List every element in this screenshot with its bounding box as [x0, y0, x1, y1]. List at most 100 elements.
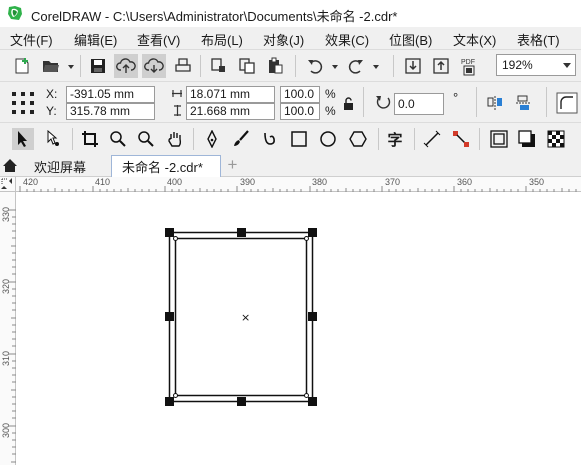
selection-handle — [165, 228, 174, 237]
ellipse-tool-button[interactable] — [317, 128, 339, 150]
open-button[interactable] — [40, 55, 62, 77]
diagonal-line-icon — [423, 130, 441, 148]
shape-tool-button[interactable] — [42, 128, 64, 150]
add-tab-button[interactable]: + — [224, 156, 241, 174]
menu-object[interactable]: 对象(J) — [263, 30, 304, 49]
zoom-magnifier-icon — [110, 131, 126, 147]
dimension-tool-button[interactable] — [421, 128, 443, 150]
corner-node[interactable] — [173, 393, 178, 398]
pen-nib-icon — [207, 130, 217, 148]
save-button[interactable] — [87, 55, 109, 77]
copy-button[interactable] — [236, 55, 258, 77]
rotation-angle-input[interactable]: 0.0 — [394, 93, 444, 115]
pointer-arrow-icon — [18, 131, 27, 147]
separator — [476, 87, 477, 117]
zoom-out-button[interactable] — [135, 128, 157, 150]
print-button[interactable] — [172, 55, 194, 77]
separator — [72, 128, 73, 150]
ruler-label: 420 — [23, 177, 39, 187]
menu-effects[interactable]: 效果(C) — [325, 30, 369, 49]
width-input[interactable]: 18.071 mm — [186, 86, 275, 103]
width-icon — [172, 90, 182, 97]
horizontal-ruler[interactable]: 420 410 400 390 380 370 360 350 — [16, 177, 581, 192]
menu-bitmaps[interactable]: 位图(B) — [389, 30, 432, 49]
undo-dropdown-icon[interactable] — [332, 65, 338, 69]
mirror-vertical-button[interactable] — [512, 92, 534, 114]
selection-handle — [308, 228, 317, 237]
canvas-drawing-layer: × — [165, 228, 317, 406]
degree-label: ° — [453, 90, 459, 105]
menu-layout[interactable]: 布局(L) — [201, 30, 243, 49]
separator — [479, 128, 480, 150]
x-label: X: — [46, 87, 58, 101]
height-input[interactable]: 21.668 mm — [186, 103, 275, 120]
import-button[interactable] — [402, 55, 424, 77]
publish-pdf-button[interactable]: PDF — [458, 55, 482, 77]
separator — [414, 128, 415, 150]
separator — [546, 87, 547, 117]
y-position-input[interactable]: 315.78 mm — [66, 103, 155, 120]
ruler-origin[interactable] — [0, 177, 16, 192]
lock-ratio-icon[interactable] — [343, 97, 354, 111]
ruler-label: 400 — [167, 177, 183, 187]
center-marker[interactable]: × — [241, 311, 250, 324]
selection-handle — [237, 228, 246, 237]
menu-file[interactable]: 文件(F) — [10, 30, 53, 49]
separator — [393, 55, 394, 77]
paste-button[interactable] — [264, 55, 286, 77]
menu-edit[interactable]: 编辑(E) — [74, 30, 117, 49]
scale-y-input[interactable]: 100.0 — [280, 103, 320, 120]
zoom-tool-button[interactable] — [107, 128, 129, 150]
window-title: CorelDRAW - C:\Users\Administrator\Docum… — [31, 9, 398, 24]
redo-icon — [348, 60, 363, 74]
scale-x-percent-label: % — [325, 87, 336, 101]
corner-shape-button[interactable] — [555, 91, 579, 115]
cut-button[interactable] — [208, 55, 230, 77]
cloud-download-icon — [144, 58, 164, 73]
export-button[interactable] — [430, 55, 452, 77]
ruler-label: 380 — [312, 177, 328, 187]
corner-node[interactable] — [304, 393, 309, 398]
cloud-upload-button[interactable] — [114, 54, 138, 78]
connector-tool-button[interactable] — [450, 128, 472, 150]
zoom-level-select[interactable]: 192% — [496, 54, 576, 76]
contour-tool-button[interactable] — [488, 128, 510, 150]
menu-text[interactable]: 文本(X) — [453, 30, 496, 49]
cloud-download-button[interactable] — [142, 54, 166, 78]
new-document-button[interactable] — [11, 55, 33, 77]
redo-button[interactable] — [345, 55, 367, 77]
menu-view[interactable]: 查看(V) — [137, 30, 180, 49]
polygon-tool-button[interactable] — [347, 128, 369, 150]
corner-node[interactable] — [173, 236, 178, 241]
transparency-button[interactable] — [545, 128, 567, 150]
menu-bar: 文件(F) 编辑(E) 查看(V) 布局(L) 对象(J) 效果(C) 位图(B… — [0, 27, 581, 49]
rectangle-tool-button[interactable] — [288, 128, 310, 150]
search-icon — [138, 131, 154, 147]
undo-button[interactable] — [304, 55, 326, 77]
vertical-ruler[interactable]: 330 320 310 300 — [0, 192, 16, 465]
drawing-canvas[interactable]: × — [17, 193, 581, 465]
object-origin-icon[interactable] — [10, 90, 36, 116]
text-tool-button[interactable]: 字 — [384, 128, 406, 150]
ruler-label: 320 — [1, 278, 11, 294]
crop-tool-button[interactable] — [79, 128, 101, 150]
pick-tool-button[interactable] — [12, 128, 34, 150]
corner-node[interactable] — [304, 236, 309, 241]
artistic-media-button[interactable] — [230, 128, 252, 150]
tab-document[interactable]: 未命名 -2.cdr* — [111, 155, 221, 177]
mirror-horizontal-icon — [487, 96, 502, 110]
mirror-horizontal-button[interactable] — [484, 92, 506, 114]
redo-dropdown-icon[interactable] — [373, 65, 379, 69]
pan-tool-button[interactable] — [164, 128, 186, 150]
pen-tool-button[interactable] — [201, 128, 223, 150]
smart-fill-button[interactable] — [259, 128, 281, 150]
drop-shadow-button[interactable] — [516, 128, 538, 150]
tab-welcome-screen[interactable]: 欢迎屏幕 — [24, 155, 109, 177]
menu-table[interactable]: 表格(T) — [517, 30, 560, 49]
scale-x-input[interactable]: 100.0 — [280, 86, 320, 103]
import-icon — [405, 58, 421, 74]
zoom-level-value: 192% — [502, 58, 533, 72]
x-position-input[interactable]: -391.05 mm — [66, 86, 155, 103]
open-dropdown-icon[interactable] — [68, 65, 74, 69]
home-icon[interactable] — [2, 158, 18, 173]
